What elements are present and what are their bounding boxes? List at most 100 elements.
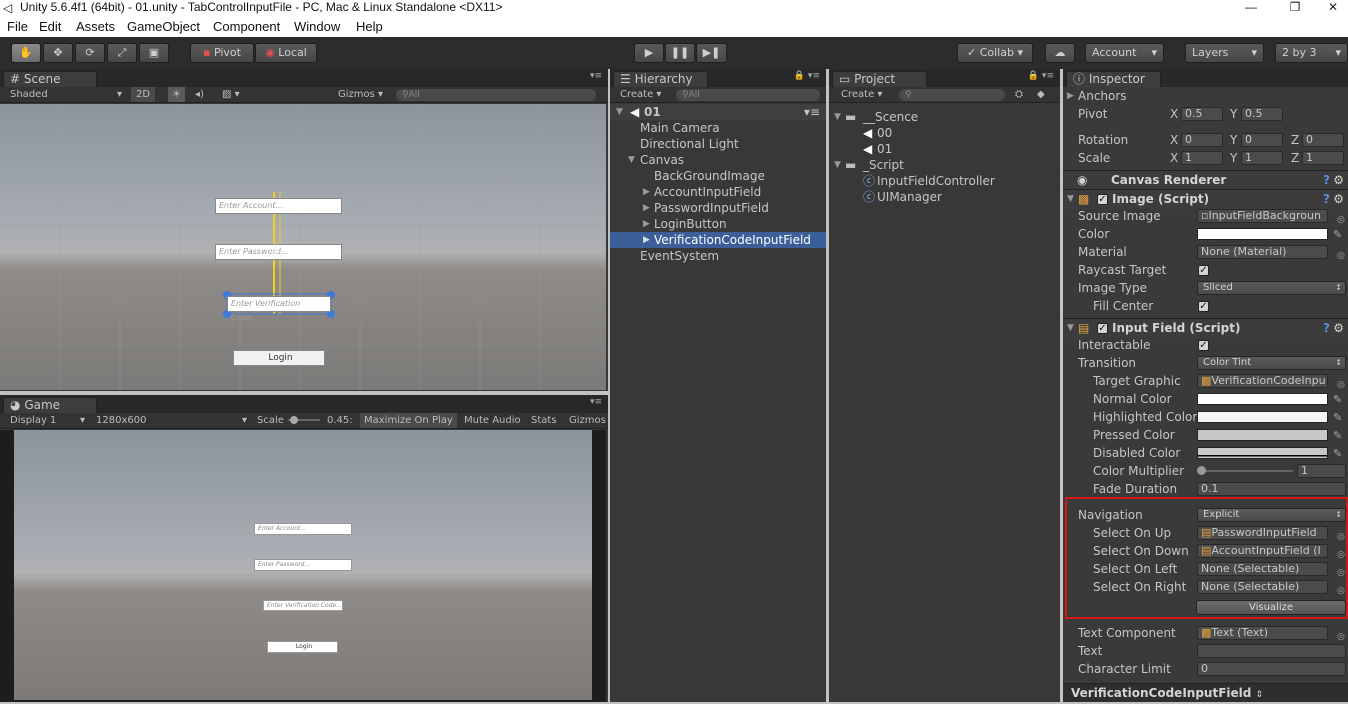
project-item[interactable]: ◀ 00 — [829, 125, 1060, 141]
game-gizmos-dropdown[interactable]: Gizmos — [569, 413, 606, 428]
project-item[interactable]: ▼ ▬ _Script — [829, 157, 1060, 173]
eyedropper-icon[interactable]: ✎ — [1333, 427, 1342, 445]
rect-tool-button[interactable]: ▣ — [139, 43, 169, 63]
material-field[interactable]: None (Material) — [1197, 245, 1328, 259]
stats-toggle[interactable]: Stats — [531, 413, 557, 428]
hierarchy-item-selected[interactable]: ▶ VerificationCodeInputField — [610, 232, 826, 248]
expand-arrow-icon[interactable]: ▼ — [834, 157, 841, 173]
collapse-arrow-icon[interactable]: ▶ — [643, 216, 650, 232]
normal-color-swatch[interactable] — [1197, 393, 1328, 405]
eyedropper-icon[interactable]: ✎ — [1333, 445, 1342, 463]
resolution-dropdown[interactable]: 1280x600 — [96, 413, 146, 428]
select-on-left-field[interactable]: None (Selectable) — [1197, 562, 1328, 576]
gear-icon[interactable]: ⚙ — [1333, 190, 1344, 208]
hand-tool-button[interactable]: ✋ — [11, 43, 41, 63]
game-viewport[interactable]: Enter Account... Enter Password... Enter… — [14, 430, 592, 700]
menu-component[interactable]: Component — [213, 19, 280, 34]
project-item[interactable]: ▼ ▬ __Scence — [829, 109, 1060, 125]
layout-dropdown[interactable]: 2 by 3 ▾ — [1275, 43, 1348, 63]
tab-project[interactable]: ▭ Project — [832, 71, 927, 87]
panel-menu-icon[interactable]: 🔒 ▾≡ — [1028, 71, 1054, 81]
menu-window[interactable]: Window — [294, 19, 340, 34]
hierarchy-scene-row[interactable]: ▼ ◀ 01 ▾≡ — [610, 104, 826, 120]
maximize-button[interactable]: ❐ — [1272, 0, 1318, 17]
eyedropper-icon[interactable]: ✎ — [1333, 226, 1342, 244]
menu-help[interactable]: Help — [356, 19, 383, 34]
2d-toggle[interactable]: 2D — [131, 87, 156, 102]
image-type-dropdown[interactable]: Sliced — [1197, 281, 1346, 295]
help-icon[interactable]: ? — [1323, 190, 1330, 208]
hierarchy-item[interactable]: ▶ PasswordInputField — [610, 200, 826, 216]
close-button[interactable]: ✕ — [1318, 0, 1348, 17]
hierarchy-search-input[interactable]: ⚲All — [676, 89, 820, 101]
scene-verification-field[interactable]: Enter Verification Code... — [227, 296, 331, 322]
project-create-dropdown[interactable]: Create ▾ — [841, 87, 882, 102]
expand-arrow-icon[interactable]: ▼ — [1067, 190, 1074, 208]
tab-scene[interactable]: # Scene — [3, 71, 97, 87]
scene-viewport[interactable]: Enter Account... Enter Password... ✳ Ent… — [0, 104, 606, 390]
scene-login-button[interactable]: Login — [233, 350, 325, 366]
layers-dropdown[interactable]: Layers ▾ — [1185, 43, 1264, 63]
project-item[interactable]: ◀ 01 — [829, 141, 1060, 157]
rotation-x-field[interactable]: 0 — [1181, 133, 1223, 147]
tab-game[interactable]: ◕ Game — [3, 397, 97, 413]
hierarchy-item[interactable]: BackGroundImage — [610, 168, 826, 184]
scale-tool-button[interactable]: ⤢ — [107, 43, 137, 63]
hierarchy-item[interactable]: ▶ AccountInputField — [610, 184, 826, 200]
game-verification-field[interactable]: Enter Verification Code... — [263, 600, 343, 611]
disabled-color-swatch[interactable] — [1197, 447, 1328, 459]
filter-type-icon[interactable]: ⛭ — [1015, 87, 1023, 102]
rotation-y-field[interactable]: 0 — [1241, 133, 1283, 147]
scale-y-field[interactable]: 1 — [1241, 151, 1283, 165]
gear-icon[interactable]: ⚙ — [1333, 171, 1344, 189]
rotate-tool-button[interactable]: ⟳ — [75, 43, 105, 63]
fade-duration-field[interactable]: 0.1 — [1197, 482, 1346, 496]
project-item[interactable]: ⓒ InputFieldController — [829, 173, 1060, 189]
transition-dropdown[interactable]: Color Tint — [1197, 356, 1346, 370]
anchors-row[interactable]: ▶ Anchors — [1063, 87, 1348, 105]
account-dropdown[interactable]: Account ▾ — [1085, 43, 1164, 63]
hierarchy-item[interactable]: ▼ Canvas — [610, 152, 826, 168]
select-on-up-field[interactable]: ▤PasswordInputField — [1197, 526, 1328, 540]
pressed-color-swatch[interactable] — [1197, 429, 1328, 441]
gear-icon[interactable]: ⚙ — [1333, 319, 1344, 337]
pause-button[interactable]: ❚❚ — [665, 43, 695, 63]
project-item[interactable]: ⓒ UIManager — [829, 189, 1060, 205]
audio-toggle[interactable]: ◂) — [195, 87, 204, 102]
collapse-arrow-icon[interactable]: ▶ — [643, 232, 650, 248]
pivot-x-field[interactable]: 0.5 — [1181, 107, 1223, 121]
game-account-field[interactable]: Enter Account... — [254, 523, 352, 535]
shading-dropdown[interactable]: Shaded — [10, 87, 48, 102]
expand-arrow-icon[interactable]: ▼ — [834, 109, 841, 125]
step-button[interactable]: ▶❚ — [696, 43, 727, 63]
hierarchy-item[interactable]: Directional Light — [610, 136, 826, 152]
hierarchy-item[interactable]: EventSystem — [610, 248, 826, 264]
menu-file[interactable]: File — [7, 19, 28, 34]
collapse-arrow-icon[interactable]: ▶ — [643, 184, 650, 200]
navigation-dropdown[interactable]: Explicit — [1197, 508, 1346, 522]
expand-arrow-icon[interactable]: ▼ — [628, 152, 635, 168]
input-field-enabled-checkbox[interactable]: ✓ — [1097, 323, 1108, 334]
color-multiplier-track[interactable] — [1201, 470, 1293, 472]
interactable-checkbox[interactable]: ✓ — [1198, 340, 1209, 351]
image-enabled-checkbox[interactable]: ✓ — [1097, 194, 1108, 205]
collapse-arrow-icon[interactable]: ▶ — [643, 200, 650, 216]
display-dropdown[interactable]: Display 1 — [10, 413, 56, 428]
minimize-button[interactable]: — — [1228, 0, 1274, 17]
hierarchy-create-dropdown[interactable]: Create ▾ — [620, 87, 661, 102]
color-multiplier-field[interactable]: 1 — [1297, 464, 1346, 478]
eyedropper-icon[interactable]: ✎ — [1333, 391, 1342, 409]
menu-gameobject[interactable]: GameObject — [127, 19, 200, 34]
game-password-field[interactable]: Enter Password... — [254, 559, 352, 571]
collab-dropdown[interactable]: ✓ Collab ▾ — [957, 43, 1033, 63]
text-field[interactable] — [1197, 644, 1346, 658]
rotation-z-field[interactable]: 0 — [1302, 133, 1344, 147]
scale-z-field[interactable]: 1 — [1302, 151, 1344, 165]
mute-audio-toggle[interactable]: Mute Audio — [464, 413, 521, 428]
local-toggle[interactable]: ◉ Local — [255, 43, 317, 63]
scene-account-field[interactable]: Enter Account... — [215, 198, 342, 214]
highlighted-color-swatch[interactable] — [1197, 411, 1328, 423]
menu-assets[interactable]: Assets — [76, 19, 115, 34]
eyedropper-icon[interactable]: ✎ — [1333, 409, 1342, 427]
lighting-toggle[interactable]: ☀ — [168, 87, 185, 102]
